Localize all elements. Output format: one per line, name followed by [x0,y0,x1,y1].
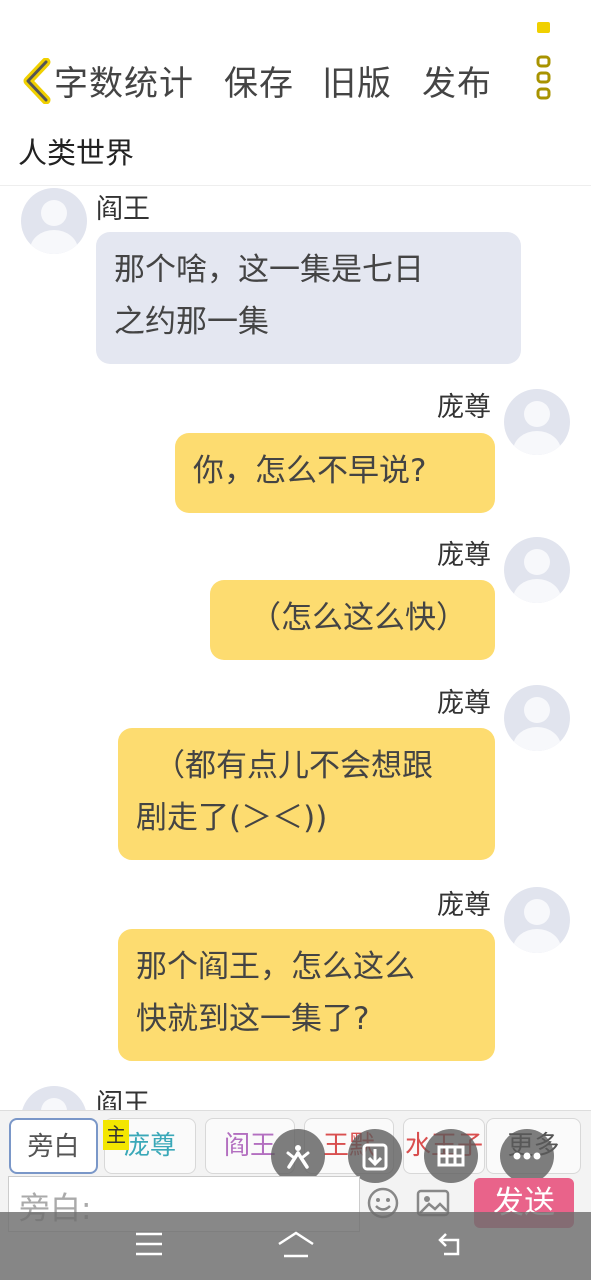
ellipsis-icon [513,1152,541,1160]
system-nav-bar [0,1212,591,1280]
home-icon[interactable] [276,1230,316,1260]
save-button[interactable]: 保存 [224,56,294,105]
message-bubble[interactable]: 那个阎王，怎么这么 快就到这一集了? [118,929,495,1061]
chat-title: 人类世界 [18,136,135,170]
avatar[interactable] [504,887,570,953]
role-tab-label: 阎王 [223,1131,276,1161]
back-chevron-icon[interactable] [20,58,54,104]
old-version-button[interactable]: 旧版 [322,56,392,105]
sender-name: 庞尊 [437,688,491,719]
word-count-button[interactable]: 字数统计 [54,56,194,105]
overflow-button[interactable] [500,1129,554,1183]
role-tab-label: 庞尊 [123,1131,176,1161]
back-icon[interactable] [436,1230,466,1258]
message-line: 剧走了(＞＜)) [136,800,328,836]
message-line: （都有点儿不会想跟 [154,748,433,784]
message-line: 快就到这一集了? [136,1001,370,1037]
message-line: 那个啥，这一集是七日 [114,252,424,288]
more-menu-icon[interactable] [530,20,556,104]
grid-button[interactable] [424,1129,478,1183]
message-bubble[interactable]: 那个啥，这一集是七日 之约那一集 [96,232,521,364]
avatar[interactable] [504,389,570,455]
avatar[interactable] [504,537,570,603]
message-line: （怎么这么快） [250,600,467,636]
message-line: 你，怎么不早说? [193,453,427,489]
main-role-badge: 主 [103,1120,129,1150]
message-bubble[interactable]: 你，怎么不早说? [175,433,495,513]
sparkle-icon [286,1145,310,1169]
sparkle-button[interactable] [271,1129,325,1183]
publish-button[interactable]: 发布 [422,56,492,105]
sender-name: 庞尊 [437,890,491,921]
avatar[interactable] [21,188,87,254]
top-toolbar: 字数统计 保存 旧版 发布 [0,0,591,125]
download-icon [362,1143,388,1171]
avatar[interactable] [504,685,570,751]
message-line: 之约那一集 [114,304,269,340]
menu-icon[interactable] [134,1230,164,1258]
message-bubble[interactable]: （都有点儿不会想跟 剧走了(＞＜)) [118,728,495,860]
title-divider [0,185,591,186]
role-tab-label: 旁白 [27,1132,80,1162]
sender-name: 庞尊 [437,540,491,571]
grid-icon [437,1145,465,1167]
message-bubble[interactable]: （怎么这么快） [210,580,495,660]
sender-name: 阎王 [96,194,150,225]
download-button[interactable] [348,1129,402,1183]
sender-name: 庞尊 [437,392,491,423]
role-tab-narrator[interactable]: 旁白 [9,1118,98,1174]
message-line: 那个阎王，怎么这么 [136,949,415,985]
